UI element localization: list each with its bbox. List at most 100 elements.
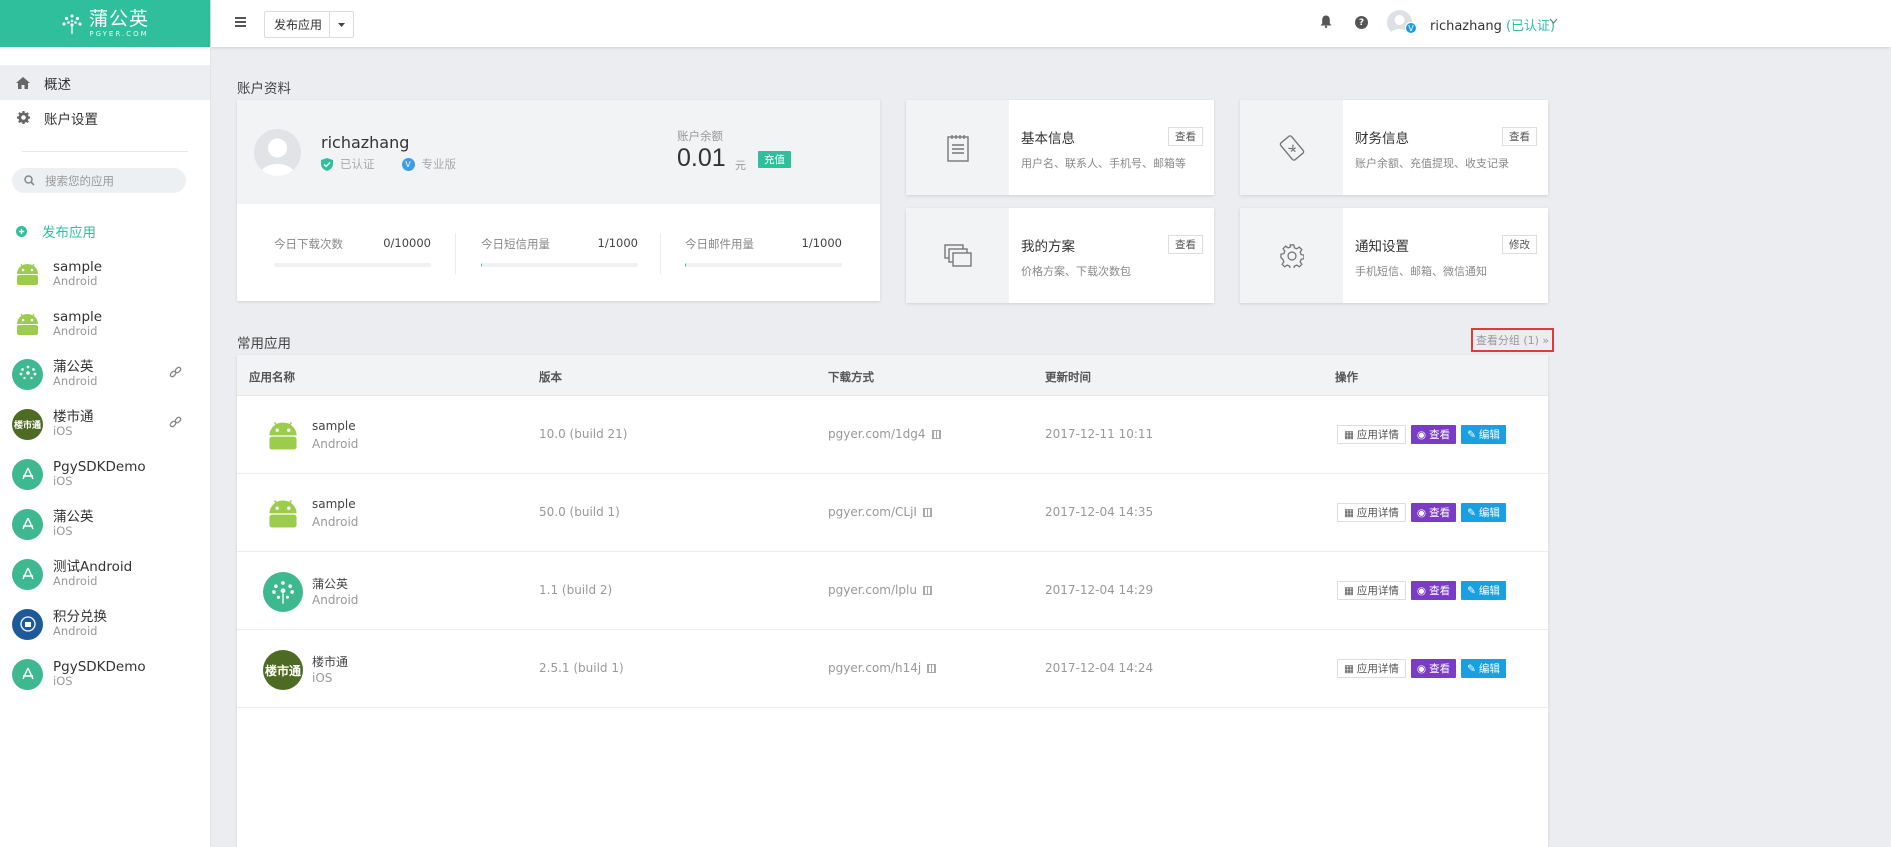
edit-app-label: 编辑 bbox=[1478, 663, 1500, 675]
sidebar-app-item[interactable]: sample Android bbox=[0, 249, 210, 299]
usage-progress-bar bbox=[481, 263, 638, 267]
sidebar-app-item[interactable]: 蒲公英 iOS bbox=[0, 499, 210, 549]
dandelion-icon bbox=[12, 358, 43, 390]
qrcode-icon[interactable] bbox=[927, 663, 937, 673]
app-name[interactable]: 蒲公英 bbox=[312, 575, 348, 592]
view-app-button[interactable]: ◉ 查看 bbox=[1410, 503, 1457, 522]
logo-title: 蒲公英 bbox=[88, 7, 149, 30]
view-app-button[interactable]: ◉ 查看 bbox=[1410, 425, 1457, 444]
view-groups-link[interactable]: 查看分组 (1) » bbox=[1471, 328, 1554, 352]
sidebar-app-name: 蒲公英 bbox=[53, 359, 94, 375]
usage-label: 今日短信用量 bbox=[481, 237, 550, 251]
android-icon[interactable] bbox=[263, 416, 303, 456]
user-verified-badge: V bbox=[1405, 22, 1417, 34]
chevron-down-icon[interactable] bbox=[1549, 14, 1558, 27]
app-name[interactable]: 楼市通 bbox=[312, 653, 348, 670]
profile-name: richazhang bbox=[321, 133, 410, 152]
download-link[interactable]: pgyer.com/h14j bbox=[828, 661, 921, 675]
edit-app-button[interactable]: ✎ 编辑 bbox=[1461, 503, 1506, 522]
nav-overview[interactable]: 概述 bbox=[0, 65, 210, 100]
nav-account-settings[interactable]: 账户设置 bbox=[0, 100, 210, 135]
username: richazhang bbox=[1430, 19, 1502, 34]
sidebar-app-item[interactable]: 测试Android Android bbox=[0, 549, 210, 599]
app-detail-button[interactable]: ▦ 应用详情 bbox=[1337, 503, 1406, 522]
download-link[interactable]: pgyer.com/lplu bbox=[828, 583, 917, 597]
appstore-icon bbox=[12, 508, 43, 540]
edit-app-button[interactable]: ✎ 编辑 bbox=[1461, 581, 1506, 600]
app-detail-label: 应用详情 bbox=[1356, 663, 1399, 675]
qrcode-icon[interactable] bbox=[931, 429, 941, 439]
app-search-input[interactable]: 搜索您的应用 bbox=[12, 168, 186, 193]
sidebar-app-item[interactable]: 蒲公英 Android bbox=[0, 349, 210, 399]
app-detail-button[interactable]: ▦ 应用详情 bbox=[1337, 659, 1406, 678]
link-icon[interactable] bbox=[169, 366, 182, 379]
edit-notifications-button[interactable]: 修改 bbox=[1502, 235, 1537, 254]
caret-down-icon[interactable] bbox=[330, 22, 353, 27]
search-icon bbox=[24, 175, 35, 186]
app-version: 1.1 (build 2) bbox=[539, 583, 613, 597]
app-name[interactable]: sample bbox=[312, 419, 356, 433]
usage-downloads: 今日下载次数 0/10000 bbox=[274, 236, 431, 267]
download-link[interactable]: pgyer.com/CLjI bbox=[828, 505, 917, 519]
info-card-notifications[interactable]: 通知设置 手机短信、邮箱、微信通知 修改 bbox=[1240, 208, 1548, 303]
view-app-label: 查看 bbox=[1429, 429, 1451, 441]
publish-app-button-label[interactable]: 发布应用 bbox=[265, 12, 331, 37]
logo[interactable]: 蒲公英 PGYER.COM bbox=[0, 0, 210, 47]
info-card-title: 我的方案 bbox=[1021, 239, 1075, 255]
view-basic-info-button[interactable]: 查看 bbox=[1168, 127, 1203, 146]
publish-app-dropdown[interactable]: 发布应用 bbox=[264, 11, 355, 38]
app-detail-button[interactable]: ▦ 应用详情 bbox=[1337, 581, 1406, 600]
table-row: sample Android 10.0 (build 21) pgyer.com… bbox=[237, 396, 1548, 474]
sidebar-app-platform: Android bbox=[53, 624, 98, 639]
help-icon[interactable]: ? bbox=[1355, 16, 1368, 29]
table-row: sample Android 50.0 (build 1) pgyer.com/… bbox=[237, 474, 1548, 552]
qrcode-icon[interactable] bbox=[922, 585, 932, 595]
sidebar-app-platform: iOS bbox=[53, 474, 73, 489]
menu-toggle-icon[interactable] bbox=[235, 17, 246, 29]
view-app-button[interactable]: ◉ 查看 bbox=[1410, 581, 1457, 600]
gear-icon bbox=[1240, 208, 1343, 303]
app-platform: iOS bbox=[312, 671, 333, 685]
link-icon[interactable] bbox=[169, 416, 182, 429]
app-name[interactable]: sample bbox=[312, 497, 356, 511]
shield-check-icon bbox=[321, 157, 333, 171]
qrcode-icon[interactable] bbox=[922, 507, 932, 517]
android-icon[interactable] bbox=[263, 494, 303, 534]
publish-app-link[interactable]: 发布应用 bbox=[0, 221, 210, 241]
usage-value: 0/10000 bbox=[383, 236, 431, 250]
info-card-finance[interactable]: 财务信息 账户余额、充值提现、收支记录 查看 bbox=[1240, 100, 1548, 195]
edit-app-button[interactable]: ✎ 编辑 bbox=[1461, 425, 1506, 444]
sidebar-app-item[interactable]: PgySDKDemo iOS bbox=[0, 649, 210, 699]
grid-icon: ▦ bbox=[1344, 428, 1354, 441]
sidebar-app-name: sample bbox=[53, 259, 103, 275]
usage-sms: 今日短信用量 1/1000 bbox=[481, 236, 638, 267]
sidebar-app-item[interactable]: 积分兑换 Android bbox=[0, 599, 210, 649]
android-icon bbox=[12, 309, 43, 340]
view-plan-button[interactable]: 查看 bbox=[1168, 235, 1203, 254]
column-header: 更新时间 bbox=[1045, 370, 1091, 384]
recharge-button[interactable]: 充值 bbox=[758, 151, 791, 168]
download-link[interactable]: pgyer.com/1dg4 bbox=[828, 427, 926, 441]
app-detail-button[interactable]: ▦ 应用详情 bbox=[1337, 425, 1406, 444]
info-card-title: 基本信息 bbox=[1021, 131, 1075, 147]
sidebar-app-item[interactable]: PgySDKDemo iOS bbox=[0, 449, 210, 499]
loushitong-icon[interactable]: 楼市通 bbox=[263, 650, 303, 690]
info-card-basic[interactable]: 基本信息 用户名、联系人、手机号、邮箱等 查看 bbox=[906, 100, 1214, 195]
dandelion-icon[interactable] bbox=[263, 572, 303, 612]
info-card-desc: 用户名、联系人、手机号、邮箱等 bbox=[1021, 157, 1186, 170]
verified-tag: 已认证 bbox=[340, 157, 375, 171]
edit-app-button[interactable]: ✎ 编辑 bbox=[1461, 659, 1506, 678]
view-finance-button[interactable]: 查看 bbox=[1502, 127, 1537, 146]
bell-icon[interactable] bbox=[1320, 15, 1332, 32]
user-menu[interactable]: richazhang (已认证) bbox=[1430, 15, 1555, 34]
eye-icon: ◉ bbox=[1416, 428, 1427, 441]
sidebar-app-item[interactable]: sample Android bbox=[0, 299, 210, 349]
home-icon bbox=[15, 76, 31, 89]
usage-value: 1/1000 bbox=[801, 236, 842, 250]
publish-app-label: 发布应用 bbox=[42, 225, 96, 241]
sidebar-app-item[interactable]: 楼市通 楼市通 iOS bbox=[0, 399, 210, 449]
view-app-button[interactable]: ◉ 查看 bbox=[1410, 659, 1457, 678]
info-card-plan[interactable]: 我的方案 价格方案、下载次数包 查看 bbox=[906, 208, 1214, 303]
app-version: 2.5.1 (build 1) bbox=[539, 661, 624, 675]
usage-progress-bar bbox=[274, 263, 431, 267]
